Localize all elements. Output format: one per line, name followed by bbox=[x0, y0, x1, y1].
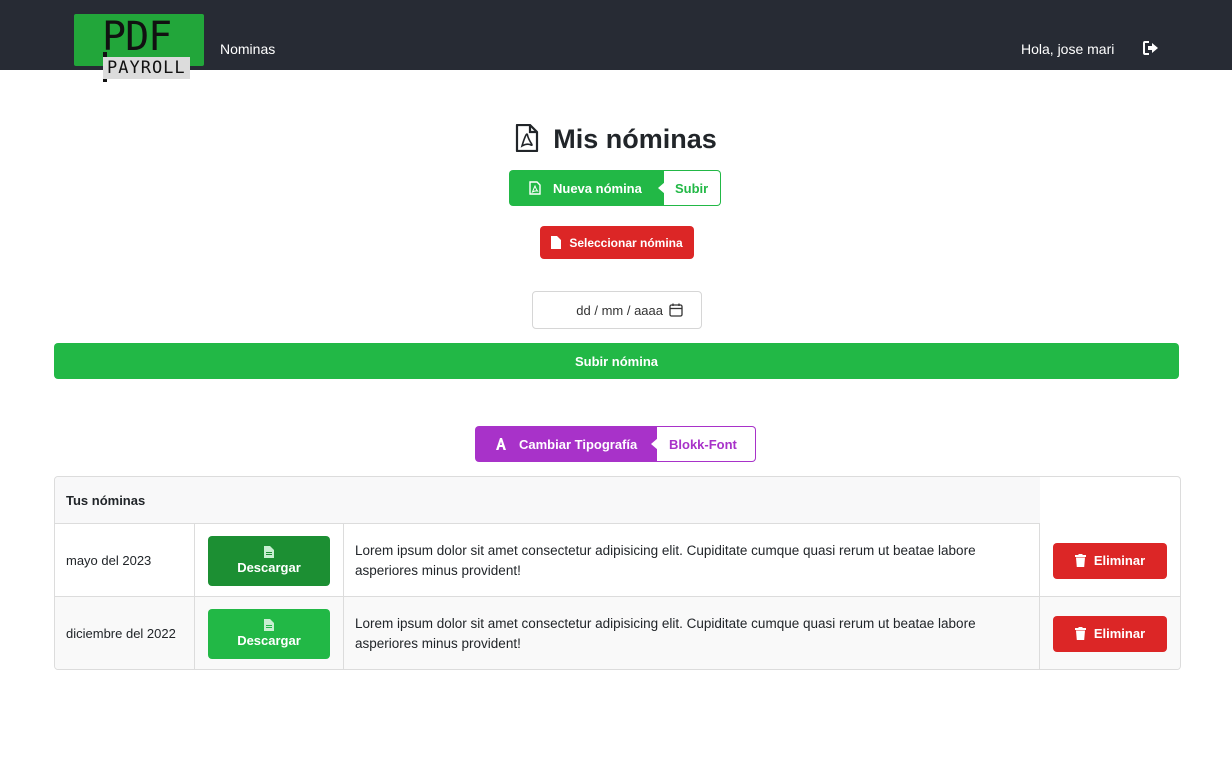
table-header: Tus nóminas bbox=[55, 477, 1040, 524]
current-font-value[interactable]: Blokk-Font bbox=[657, 426, 756, 462]
logo-pdf-text: PDF bbox=[102, 14, 172, 60]
navbar: PDF PAYROLL Nominas Hola, jose mari bbox=[0, 0, 1232, 82]
payroll-date-input[interactable]: dd / mm / aaaa bbox=[532, 291, 702, 329]
file-text-icon bbox=[264, 618, 274, 631]
pdf-payroll-logo[interactable]: PDF PAYROLL bbox=[74, 14, 206, 84]
page-title-text: Mis nóminas bbox=[553, 124, 717, 154]
new-payroll-label: Nueva nómina bbox=[553, 180, 642, 196]
file-icon bbox=[551, 236, 562, 249]
delete-label: Eliminar bbox=[1093, 553, 1146, 568]
font-icon bbox=[496, 438, 506, 450]
table-row: diciembre del 2022 Descargar Lorem ipsum… bbox=[55, 597, 1180, 669]
download-button[interactable]: Descargar bbox=[208, 535, 330, 586]
payroll-date: mayo del 2023 bbox=[55, 524, 195, 597]
delete-label: Eliminar bbox=[1093, 626, 1146, 641]
change-font-label: Cambiar Tipografía bbox=[519, 436, 638, 452]
nav-link-nominas[interactable]: Nominas bbox=[220, 40, 275, 58]
delete-button[interactable]: Eliminar bbox=[1053, 542, 1167, 579]
payroll-description: Lorem ipsum dolor sit amet consectetur a… bbox=[344, 597, 1040, 669]
page-title: Mis nóminas bbox=[0, 120, 1232, 158]
upload-file-button[interactable]: Subir bbox=[664, 170, 721, 206]
delete-cell: Eliminar bbox=[1040, 524, 1180, 597]
download-button[interactable]: Descargar bbox=[208, 608, 330, 659]
trash-icon bbox=[1074, 554, 1086, 567]
select-payroll-button[interactable]: Seleccionar nómina bbox=[540, 226, 694, 259]
user-greeting: Hola, jose mari bbox=[1021, 41, 1115, 57]
file-text-icon bbox=[264, 545, 274, 558]
file-pdf-icon bbox=[529, 181, 541, 195]
sign-out-icon[interactable] bbox=[1143, 41, 1159, 55]
logo-payroll-text: PAYROLL bbox=[103, 57, 190, 79]
download-label: Descargar bbox=[237, 559, 301, 575]
file-pdf-icon bbox=[516, 124, 539, 152]
new-payroll-upload-group[interactable]: Nueva nómina Subir bbox=[509, 170, 721, 206]
calendar-icon[interactable] bbox=[669, 303, 683, 317]
download-cell: Descargar bbox=[195, 597, 344, 669]
change-font-button[interactable]: Cambiar Tipografía bbox=[475, 426, 658, 462]
date-placeholder: dd / mm / aaaa bbox=[576, 302, 663, 318]
select-payroll-label: Seleccionar nómina bbox=[569, 235, 683, 250]
table-row: mayo del 2023 Descargar Lorem ipsum dolo… bbox=[55, 524, 1180, 597]
new-payroll-button[interactable]: Nueva nómina bbox=[509, 170, 665, 206]
download-cell: Descargar bbox=[195, 524, 344, 597]
payroll-table: Tus nóminas mayo del 2023 Descargar Lore… bbox=[54, 476, 1181, 670]
submit-payroll-button[interactable]: Subir nómina bbox=[54, 343, 1179, 379]
payroll-description: Lorem ipsum dolor sit amet consectetur a… bbox=[344, 524, 1040, 597]
delete-button[interactable]: Eliminar bbox=[1053, 615, 1167, 652]
payroll-date: diciembre del 2022 bbox=[55, 597, 195, 669]
trash-icon bbox=[1074, 627, 1086, 640]
delete-cell: Eliminar bbox=[1040, 597, 1180, 669]
font-toggle-group[interactable]: Cambiar Tipografía Blokk-Font bbox=[475, 426, 756, 462]
download-label: Descargar bbox=[237, 632, 301, 648]
